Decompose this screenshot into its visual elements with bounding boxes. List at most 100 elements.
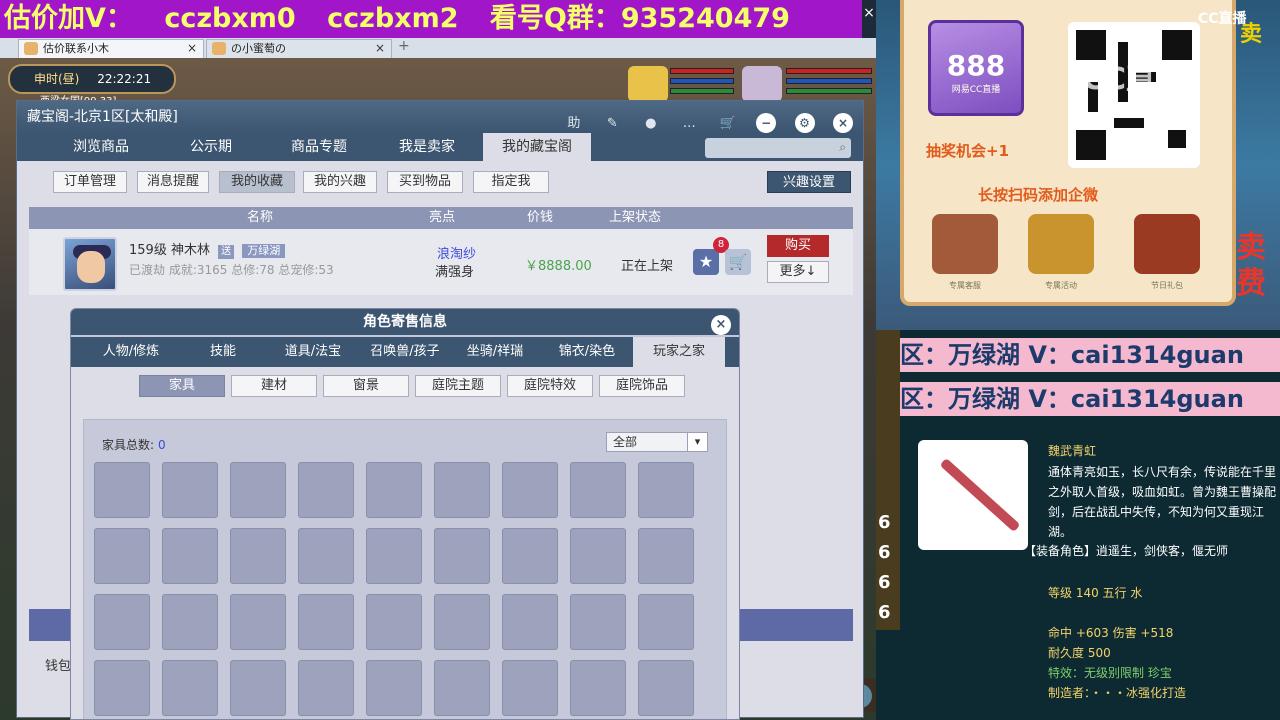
cat-yard-effect[interactable]: 庭院特效: [507, 375, 593, 397]
furniture-slot[interactable]: [162, 660, 218, 716]
help-icon[interactable]: 助: [564, 114, 584, 134]
tab-costumes[interactable]: 锦衣/染色: [541, 337, 633, 367]
furniture-slot[interactable]: [638, 594, 694, 650]
tab-browse[interactable]: 浏览商品: [47, 133, 155, 161]
tab-seller[interactable]: 我是卖家: [373, 133, 481, 161]
cat-window[interactable]: 窗景: [323, 375, 409, 397]
tab-close-icon[interactable]: ×: [375, 40, 385, 57]
record-icon[interactable]: ●: [641, 114, 661, 134]
cat-materials[interactable]: 建材: [231, 375, 317, 397]
furniture-slot[interactable]: [298, 660, 354, 716]
furniture-slot[interactable]: [230, 660, 286, 716]
new-tab-button[interactable]: +: [398, 38, 410, 54]
furniture-slot[interactable]: [298, 528, 354, 584]
close-icon[interactable]: ×: [833, 113, 853, 133]
tab-mounts[interactable]: 坐骑/祥瑞: [449, 337, 541, 367]
dialog-close-icon[interactable]: ×: [711, 315, 731, 335]
settings-icon[interactable]: ⚙: [794, 113, 815, 133]
furniture-slot[interactable]: [230, 528, 286, 584]
buy-button[interactable]: 购买: [767, 235, 829, 257]
tab-skills[interactable]: 技能: [177, 337, 269, 367]
character-title[interactable]: 159级 神木林 送 万绿湖: [129, 239, 286, 259]
furniture-slot[interactable]: [502, 660, 558, 716]
player-avatar[interactable]: [742, 66, 782, 102]
furniture-slot[interactable]: [162, 528, 218, 584]
add-to-cart-icon[interactable]: 🛒: [725, 249, 751, 275]
search-icon[interactable]: ⌕: [839, 140, 846, 155]
tab-public[interactable]: 公示期: [157, 133, 265, 161]
furniture-slot[interactable]: [162, 594, 218, 650]
furniture-slot[interactable]: [230, 594, 286, 650]
support-icon[interactable]: [932, 214, 998, 274]
side-red-text: 卖费: [1236, 230, 1266, 301]
furniture-slot[interactable]: [162, 462, 218, 518]
furniture-panel: 家具总数: 0 全部 ▾: [83, 419, 727, 719]
furniture-slot[interactable]: [434, 528, 490, 584]
furniture-slot[interactable]: [230, 462, 286, 518]
filter-select[interactable]: 全部 ▾: [606, 432, 708, 452]
favorite-star-icon[interactable]: ★: [693, 249, 719, 275]
furniture-slot[interactable]: [570, 594, 626, 650]
furniture-slot[interactable]: [298, 594, 354, 650]
event-icon[interactable]: [1028, 214, 1094, 274]
furniture-slot[interactable]: [94, 594, 150, 650]
furniture-slot[interactable]: [298, 462, 354, 518]
interest-settings-button[interactable]: 兴趣设置: [767, 171, 851, 193]
window-controls: 助 ✎ ● … 🛒 − ⚙ ×: [550, 107, 853, 133]
furniture-slot[interactable]: [94, 660, 150, 716]
browser-tab-1[interactable]: 估价联系小木 ×: [18, 39, 204, 58]
tab-close-icon[interactable]: ×: [187, 40, 197, 57]
highlight-link[interactable]: 浪淘纱: [437, 243, 476, 262]
table-row[interactable]: 159级 神木林 送 万绿湖 已渡劫 成就:3165 总修:78 总宠修:53 …: [29, 229, 853, 295]
banner-close-icon[interactable]: ×: [862, 4, 876, 22]
furniture-slot[interactable]: [366, 594, 422, 650]
furniture-slot[interactable]: [502, 528, 558, 584]
furniture-slot[interactable]: [434, 594, 490, 650]
gift-icon[interactable]: [1134, 214, 1200, 274]
chat-icon[interactable]: …: [679, 114, 699, 134]
furniture-slot[interactable]: [570, 462, 626, 518]
minimize-icon[interactable]: −: [756, 113, 777, 133]
furniture-slot[interactable]: [570, 528, 626, 584]
furniture-slot[interactable]: [366, 462, 422, 518]
subtab-orders[interactable]: 订单管理: [53, 171, 127, 193]
banner-text-1: 估价加V：: [4, 3, 133, 34]
furniture-slot[interactable]: [638, 528, 694, 584]
furniture-slot[interactable]: [502, 462, 558, 518]
subtab-favorites[interactable]: 我的收藏: [219, 171, 295, 193]
tab-my-cbg[interactable]: 我的藏宝阁: [483, 133, 591, 161]
furniture-slot[interactable]: [366, 660, 422, 716]
furniture-slot[interactable]: [638, 660, 694, 716]
promo-banner: 估价加V： cczbxm0 cczbxm2 看号Q群：935240479: [0, 0, 862, 38]
subtab-interests[interactable]: 我的兴趣: [303, 171, 377, 193]
cat-yard-decor[interactable]: 庭院饰品: [599, 375, 685, 397]
chevron-down-icon[interactable]: ▾: [687, 433, 707, 451]
cat-yard-theme[interactable]: 庭院主题: [415, 375, 501, 397]
furniture-slot[interactable]: [434, 660, 490, 716]
furniture-slot[interactable]: [94, 462, 150, 518]
tab-home[interactable]: 玩家之家: [633, 337, 725, 367]
edit-icon[interactable]: ✎: [602, 114, 622, 134]
furniture-slot[interactable]: [502, 594, 558, 650]
cat-furniture[interactable]: 家具: [139, 375, 225, 397]
browser-tab-2[interactable]: の小蜜萄の ×: [206, 39, 392, 58]
pet-avatar[interactable]: [628, 66, 668, 102]
furniture-slot[interactable]: [638, 462, 694, 518]
tab-pets[interactable]: 召唤兽/孩子: [359, 337, 451, 367]
tab-items[interactable]: 道具/法宝: [267, 337, 359, 367]
search-input[interactable]: ⌕: [705, 138, 851, 158]
subtab-designated[interactable]: 指定我: [473, 171, 549, 193]
cc-watermark: CC直播: [1082, 62, 1187, 97]
furniture-slot[interactable]: [94, 528, 150, 584]
furniture-slot[interactable]: [366, 528, 422, 584]
subtab-bought[interactable]: 买到物品: [387, 171, 463, 193]
avatar-face: [77, 251, 105, 283]
tab-topics[interactable]: 商品专题: [265, 133, 373, 161]
furniture-slot[interactable]: [434, 462, 490, 518]
cart-icon[interactable]: 🛒: [718, 114, 738, 134]
tab-character[interactable]: 人物/修炼: [85, 337, 177, 367]
more-button[interactable]: 更多↓: [767, 261, 829, 283]
furniture-slot[interactable]: [570, 660, 626, 716]
character-avatar[interactable]: [63, 237, 117, 291]
subtab-messages[interactable]: 消息提醒: [137, 171, 209, 193]
